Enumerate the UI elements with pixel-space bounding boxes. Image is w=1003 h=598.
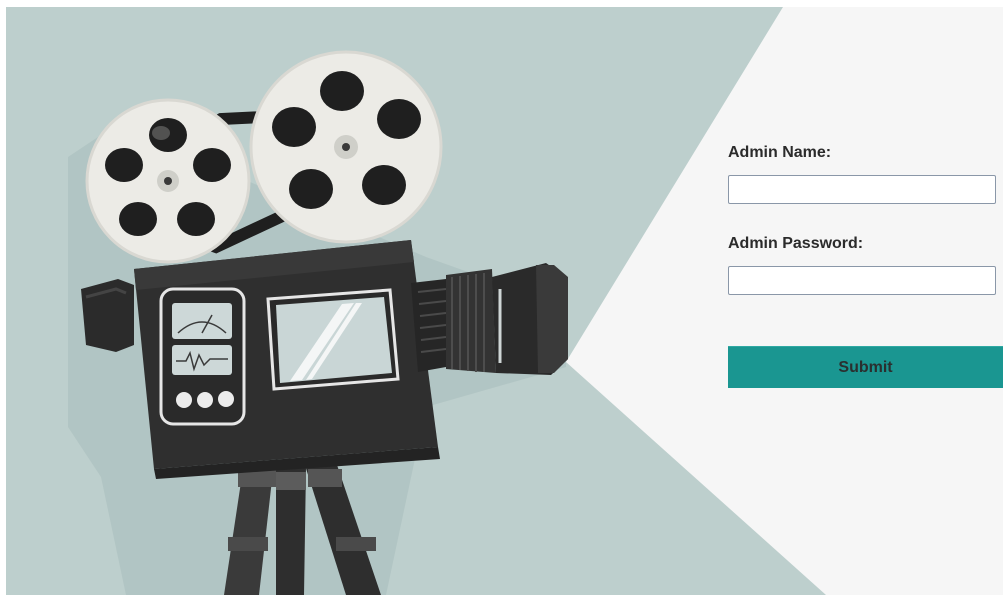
admin-login-page: Admin Name: Admin Password: Submit: [0, 0, 1003, 598]
meter-panel-icon: [159, 287, 246, 426]
admin-password-input[interactable]: [728, 266, 996, 295]
camera-screen-icon: [266, 288, 400, 391]
camera-handle-icon: [81, 279, 134, 352]
admin-name-input[interactable]: [728, 175, 996, 204]
left-reel-icon: [85, 98, 251, 264]
admin-name-label: Admin Name:: [728, 144, 832, 161]
admin-login-form: Admin Name: Admin Password: Submit: [728, 140, 1003, 388]
admin-password-label: Admin Password:: [728, 235, 864, 252]
right-reel-icon: [249, 50, 443, 244]
submit-button[interactable]: Submit: [728, 346, 1003, 388]
